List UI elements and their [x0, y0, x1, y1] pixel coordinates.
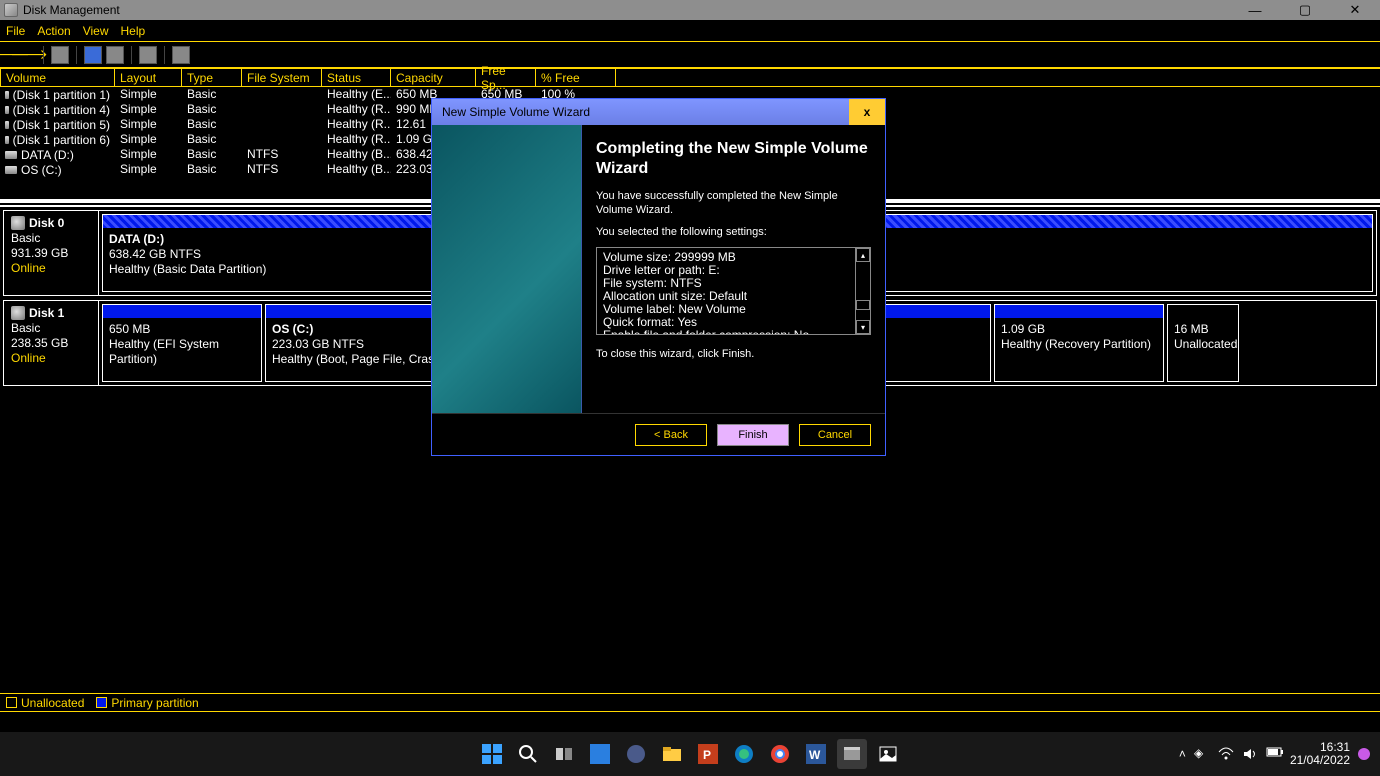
wizard-text-3: To close this wizard, click Finish. — [596, 347, 871, 361]
menu-help[interactable]: Help — [121, 24, 146, 38]
disk0-info[interactable]: Disk 0 Basic 931.39 GB Online — [4, 211, 99, 295]
back-button[interactable]: < Back — [635, 424, 707, 446]
window-title: Disk Management — [23, 3, 120, 17]
legend-unallocated: Unallocated — [6, 696, 84, 710]
scroll-down-icon[interactable]: ▾ — [856, 320, 870, 334]
table-header-row: Volume Layout Type File System Status Ca… — [0, 69, 1380, 87]
col-status[interactable]: Status — [322, 69, 391, 86]
tray-notification-icon[interactable] — [1358, 748, 1370, 760]
minimize-button[interactable]: — — [1230, 0, 1280, 20]
legend-primary: Primary partition — [96, 696, 198, 710]
toolbar-icon-1[interactable] — [51, 46, 69, 64]
search-icon[interactable] — [513, 739, 543, 769]
battery-icon[interactable] — [1266, 746, 1282, 762]
diskmgmt-taskbar-icon[interactable] — [837, 739, 867, 769]
menu-bar: File Action View Help — [0, 20, 1380, 42]
help-icon[interactable] — [84, 46, 102, 64]
legend-bar: Unallocated Primary partition — [0, 693, 1380, 712]
dialog-titlebar[interactable]: New Simple Volume Wizard x — [432, 99, 885, 125]
app-icon-1[interactable] — [585, 739, 615, 769]
svg-text:W: W — [809, 748, 821, 762]
scroll-thumb[interactable] — [856, 300, 870, 310]
tray-icon-1[interactable]: ◈ — [1194, 746, 1210, 762]
toolbar-icon-3[interactable] — [106, 46, 124, 64]
new-volume-wizard-dialog: New Simple Volume Wizard x Completing th… — [431, 98, 886, 456]
tray-clock[interactable]: 16:31 21/04/2022 — [1290, 741, 1350, 767]
settings-line: Enable file and folder compression: No — [603, 329, 864, 335]
wifi-icon[interactable] — [1218, 746, 1234, 762]
disk-icon — [11, 216, 25, 230]
taskview-icon[interactable] — [549, 739, 579, 769]
finish-button[interactable]: Finish — [717, 424, 789, 446]
file-explorer-icon[interactable] — [657, 739, 687, 769]
wizard-heading: Completing the New Simple Volume Wizard — [596, 139, 871, 179]
powerpoint-icon[interactable]: P — [693, 739, 723, 769]
col-layout[interactable]: Layout — [115, 69, 182, 86]
col-capacity[interactable]: Capacity — [391, 69, 476, 86]
start-button[interactable] — [477, 739, 507, 769]
disk1-info[interactable]: Disk 1 Basic 238.35 GB Online — [4, 301, 99, 385]
volume-icon[interactable] — [1242, 746, 1258, 762]
forward-icon[interactable]: 🡒 — [22, 48, 36, 62]
toolbar: 🡐 🡒 — [0, 42, 1380, 68]
wizard-side-graphic — [432, 125, 582, 413]
menu-view[interactable]: View — [83, 24, 109, 38]
col-volume[interactable]: Volume — [0, 69, 115, 86]
chrome-icon[interactable] — [765, 739, 795, 769]
word-icon[interactable]: W — [801, 739, 831, 769]
photos-icon[interactable] — [873, 739, 903, 769]
scroll-up-icon[interactable]: ▴ — [856, 248, 870, 262]
menu-action[interactable]: Action — [37, 24, 70, 38]
col-filesystem[interactable]: File System — [242, 69, 322, 86]
toolbar-icon-5[interactable] — [172, 46, 190, 64]
dialog-close-button[interactable]: x — [849, 99, 885, 125]
taskbar: P W ˄ ◈ 16:31 21/04/2022 — [0, 732, 1380, 776]
svg-text:P: P — [703, 748, 711, 762]
wizard-settings-list[interactable]: Volume size: 299999 MBDrive letter or pa… — [596, 247, 871, 335]
edge-icon[interactable] — [729, 739, 759, 769]
close-button[interactable]: ✕ — [1330, 0, 1380, 20]
disk1-unallocated[interactable]: 16 MBUnallocated — [1167, 304, 1239, 382]
app-icon — [4, 3, 18, 17]
window-titlebar: Disk Management — ▢ ✕ — [0, 0, 1380, 20]
col-free[interactable]: Free Sp... — [476, 69, 536, 86]
col-pctfree[interactable]: % Free — [536, 69, 616, 86]
cancel-button[interactable]: Cancel — [799, 424, 871, 446]
disk-icon — [11, 306, 25, 320]
tray-chevron-icon[interactable]: ˄ — [1179, 747, 1186, 761]
disk1-partition-efi[interactable]: 650 MBHealthy (EFI System Partition) — [102, 304, 262, 382]
menu-file[interactable]: File — [6, 24, 25, 38]
app-icon-2[interactable] — [621, 739, 651, 769]
maximize-button[interactable]: ▢ — [1280, 0, 1330, 20]
disk1-partition-recovery[interactable]: 1.09 GBHealthy (Recovery Partition) — [994, 304, 1164, 382]
toolbar-icon-4[interactable] — [139, 46, 157, 64]
wizard-text-2: You selected the following settings: — [596, 225, 871, 239]
settings-scrollbar[interactable]: ▴ ▾ — [855, 248, 870, 334]
col-type[interactable]: Type — [182, 69, 242, 86]
wizard-text-1: You have successfully completed the New … — [596, 189, 871, 217]
